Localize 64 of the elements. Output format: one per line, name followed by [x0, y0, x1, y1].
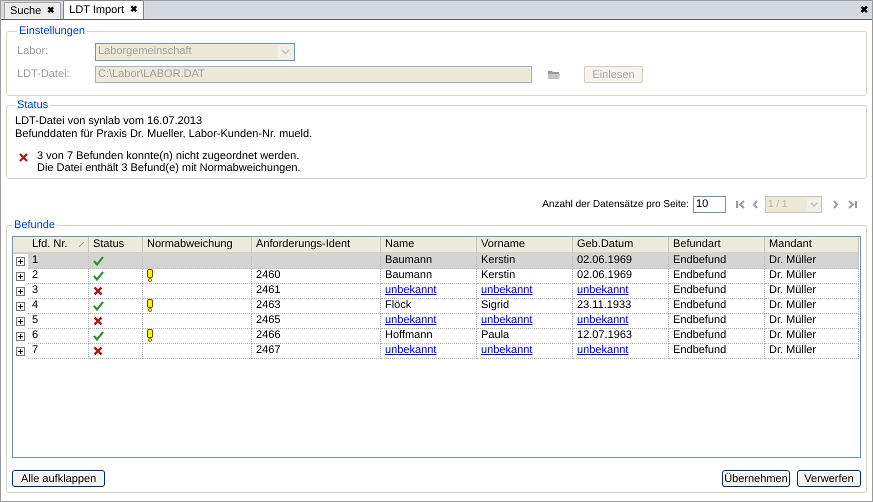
table-row[interactable]: 6 2466 Hoffmann Paula 12.07.1963 Endbefund Dr. Müller: [28, 328, 859, 344]
column-header[interactable]: Befundart: [669, 236, 765, 254]
column-header[interactable]: Geb.Datum: [573, 236, 669, 254]
link[interactable]: unbekannt: [385, 282, 436, 299]
expand-icon[interactable]: [16, 256, 25, 266]
link[interactable]: unbekannt: [577, 342, 628, 359]
expand-icon[interactable]: [16, 346, 25, 356]
group-title: Status: [16, 98, 50, 113]
table-row[interactable]: 2 2460 Baumann Kerstin 02.06.1969 Endbefund Dr. Müller: [28, 268, 859, 284]
field-label: Labor:: [17, 44, 50, 60]
column-header[interactable]: Vorname: [477, 236, 573, 254]
error-icon: [19, 152, 28, 162]
link[interactable]: unbekannt: [481, 312, 532, 329]
last-page-icon[interactable]: [847, 200, 857, 208]
group-title: Befunde: [13, 218, 56, 233]
expand-icon[interactable]: [16, 332, 25, 340]
table-row[interactable]: 7 2467 unbekannt unbekannt unbekannt Endbefund Dr. Müller: [28, 344, 859, 358]
close-icon[interactable]: ✖: [860, 2, 868, 18]
expand-all-button[interactable]: Alle aufklappen: [12, 470, 106, 486]
link[interactable]: unbekannt: [577, 312, 628, 329]
table-cell: Dr. Müller: [765, 344, 859, 358]
page-size-label: Anzahl der Datensätze pro Seite:: [542, 198, 689, 212]
tab[interactable]: Suche ✖: [4, 2, 62, 19]
first-page-icon[interactable]: [736, 200, 746, 208]
table-cell: 2467: [252, 344, 381, 358]
link[interactable]: unbekannt: [481, 342, 532, 359]
link[interactable]: unbekannt: [385, 312, 436, 329]
expand-icon[interactable]: [16, 302, 25, 310]
table-cell: 7: [28, 344, 89, 358]
accept-button[interactable]: Übernehmen: [722, 470, 790, 486]
field-label: LDT-Datei:: [17, 67, 71, 82]
folder-icon[interactable]: [547, 69, 561, 80]
discard-button[interactable]: Verwerfen: [797, 470, 861, 486]
column-header[interactable]: Name: [381, 236, 477, 254]
close-icon[interactable]: ✖: [130, 3, 138, 17]
expand-icon[interactable]: [16, 316, 25, 326]
column-header[interactable]: Status: [89, 236, 143, 254]
column-header[interactable]: Lfd. Nr.: [28, 236, 89, 254]
close-icon[interactable]: ✖: [47, 4, 56, 18]
link[interactable]: unbekannt: [481, 282, 532, 299]
link[interactable]: unbekannt: [385, 342, 436, 359]
status-message: 3 von 7 Befunden konnte(n) nicht zugeordnet werden.: [37, 150, 300, 162]
expand-icon[interactable]: [16, 286, 25, 296]
tab[interactable]: LDT Import ✖: [63, 0, 144, 19]
table-cell: Endbefund: [669, 344, 765, 358]
group-title: Einstellungen: [18, 24, 86, 39]
status-message: Die Datei enthält 3 Befund(e) mit Normabweichungen.: [37, 162, 301, 174]
next-page-icon[interactable]: [832, 200, 839, 208]
sort-icon: [79, 242, 84, 246]
table-row[interactable]: 5 2465 unbekannt unbekannt unbekannt Endbefund Dr. Müller: [28, 314, 859, 328]
link[interactable]: unbekannt: [577, 282, 628, 299]
column-header[interactable]: Normabweichung: [143, 236, 252, 254]
page-size-field[interactable]: 10: [693, 196, 726, 212]
table-row[interactable]: 3 2461 unbekannt unbekannt unbekannt Endbefund Dr. Müller: [28, 284, 859, 298]
status-text: Befunddaten für Praxis Dr. Mueller, Labor-Kunden-Nr. mueld.: [15, 128, 314, 140]
column-header[interactable]: Mandant: [765, 236, 859, 254]
expand-icon[interactable]: [16, 272, 25, 280]
dropdown-value: Laborgemeinschaft: [97, 44, 193, 60]
header-corner: [13, 236, 28, 254]
status-text: LDT-Datei von synlab vom 16.07.2013: [15, 114, 204, 128]
table-row[interactable]: 1 Baumann Kerstin 02.06.1969 Endbefund Dr. Müller: [28, 254, 859, 268]
previous-page-icon[interactable]: [752, 200, 759, 208]
table-row[interactable]: 4 2463 Flöck Sigrid 23.11.1933 Endbefund Dr. Müller: [28, 298, 859, 314]
column-header[interactable]: Anforderungs-Ident: [252, 236, 381, 254]
